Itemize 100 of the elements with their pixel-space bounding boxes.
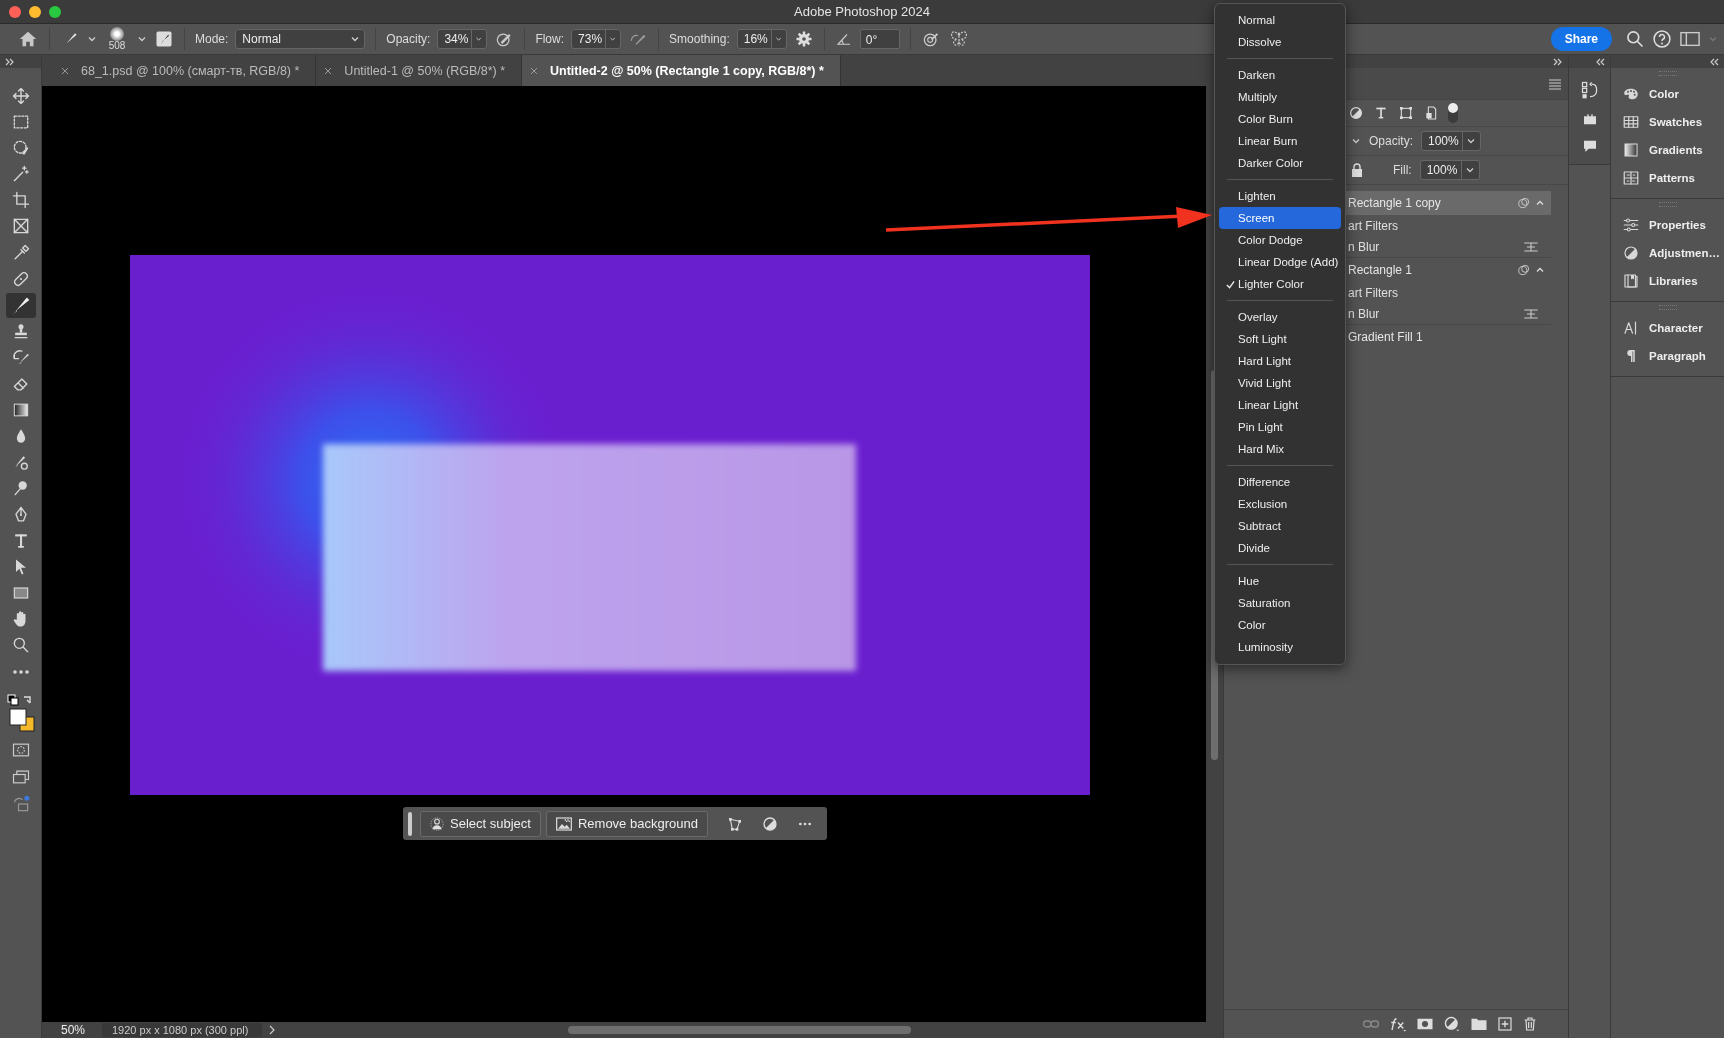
flow-field[interactable]: 73%: [571, 29, 622, 49]
smart-object-icon[interactable]: [1423, 105, 1439, 121]
workspace-icon[interactable]: [1679, 29, 1701, 49]
move-arrows-icon: [10, 85, 31, 106]
trash-icon[interactable]: [1522, 1016, 1538, 1032]
plugin-icon[interactable]: [1581, 111, 1598, 127]
opacity-field[interactable]: 34%: [437, 29, 488, 49]
brush-preset-picker[interactable]: 508: [104, 27, 130, 51]
panel-item[interactable]: Character: [1611, 314, 1724, 342]
expand-icon[interactable]: [5, 57, 15, 66]
panel-item[interactable]: Adjustmen…: [1611, 239, 1724, 267]
caret-icon[interactable]: [87, 34, 97, 44]
drag-handle[interactable]: [1658, 202, 1677, 207]
panel-item[interactable]: Paragraph: [1611, 342, 1724, 370]
comment-icon[interactable]: [1581, 138, 1598, 154]
menu-item[interactable]: Normal: [1219, 9, 1341, 31]
half-circle-icon[interactable]: [761, 815, 778, 832]
menu-item[interactable]: Saturation: [1219, 592, 1341, 614]
expand-icon[interactable]: [1553, 57, 1563, 66]
mode-dropdown[interactable]: Normal: [235, 29, 366, 49]
menu-item[interactable]: Difference: [1219, 471, 1341, 493]
collapse-icon[interactable]: [1709, 57, 1719, 66]
mask-icon[interactable]: [1416, 1017, 1434, 1031]
menu-item[interactable]: Soft Light: [1219, 328, 1341, 350]
transform-icon[interactable]: [1398, 105, 1414, 121]
share-button[interactable]: Share: [1550, 27, 1612, 51]
menu-item[interactable]: Color Burn: [1219, 108, 1341, 130]
scrollbar-thumb[interactable]: [568, 1026, 912, 1034]
remove-background-button[interactable]: Remove background: [545, 810, 708, 837]
blending-options-icon[interactable]: [1523, 239, 1539, 254]
zoom-level[interactable]: 50%: [42, 1023, 102, 1037]
close-icon[interactable]: [324, 66, 333, 75]
transform-icon[interactable]: [726, 815, 743, 832]
select-subject-button[interactable]: Select subject: [420, 810, 541, 837]
caret-icon[interactable]: [1351, 136, 1361, 146]
fill-field[interactable]: 100%: [1419, 160, 1480, 180]
menu-item[interactable]: Linear Burn: [1219, 130, 1341, 152]
close-window-button[interactable]: [9, 5, 21, 18]
menu-icon[interactable]: [1548, 77, 1562, 90]
menu-item[interactable]: Linear Light: [1219, 394, 1341, 416]
filter-toggle[interactable]: [1448, 103, 1458, 123]
drag-handle[interactable]: [1658, 71, 1677, 76]
close-icon[interactable]: [61, 66, 69, 75]
close-icon[interactable]: [530, 66, 539, 75]
collapse-icon[interactable]: [1535, 265, 1545, 275]
zoom-window-button[interactable]: [49, 5, 61, 18]
blending-options-icon[interactable]: [1523, 306, 1539, 321]
menu-item[interactable]: Hard Mix: [1219, 438, 1341, 460]
menu-item[interactable]: Hue: [1219, 570, 1341, 592]
menu-item[interactable]: Darken: [1219, 64, 1341, 86]
pattern-icon: [1622, 169, 1640, 187]
effects-icon[interactable]: [1389, 1016, 1407, 1032]
angle-field[interactable]: 0°: [859, 29, 900, 49]
crop-icon: [10, 190, 31, 211]
collapse-icon[interactable]: [1535, 198, 1545, 208]
type-icon[interactable]: [1373, 105, 1389, 121]
half-circle-icon: [1622, 244, 1640, 262]
panel-item[interactable]: Gradients: [1611, 136, 1724, 164]
collapse-icon[interactable]: [1595, 57, 1605, 66]
opacity-label: Opacity:: [1369, 134, 1413, 148]
overlapping-circles-icon[interactable]: [1517, 263, 1531, 277]
drag-handle[interactable]: [1658, 305, 1677, 310]
panel-item[interactable]: Swatches: [1611, 108, 1724, 136]
menu-item[interactable]: Subtract: [1219, 515, 1341, 537]
document-tab[interactable]: Untitled-2 @ 50% (Rectangle 1 copy, RGB/8*) *: [522, 55, 841, 86]
document-info[interactable]: 1920 px x 1080 px (300 ppl): [102, 1023, 263, 1037]
brush-settings-icon[interactable]: [154, 29, 174, 49]
search-icon[interactable]: [1625, 29, 1645, 49]
folder-icon[interactable]: [1470, 1017, 1488, 1031]
help-icon[interactable]: [1652, 29, 1672, 49]
color-swatches-drawing[interactable]: [5, 693, 36, 734]
menu-item[interactable]: Vivid Light: [1219, 372, 1341, 394]
menu-item[interactable]: Pin Light: [1219, 416, 1341, 438]
panel-item[interactable]: Libraries: [1611, 267, 1724, 295]
menu-item[interactable]: Multiply: [1219, 86, 1341, 108]
opacity-field[interactable]: 100%: [1421, 131, 1481, 151]
menu-item[interactable]: Lighter Color: [1219, 273, 1341, 295]
history-icon[interactable]: [1579, 80, 1600, 100]
flow-label: Flow:: [535, 32, 565, 46]
panel-item[interactable]: Color: [1611, 80, 1724, 108]
minimize-window-button[interactable]: [29, 5, 41, 18]
menu-item[interactable]: Color: [1219, 614, 1341, 636]
drag-handle[interactable]: [408, 811, 412, 836]
menu-item[interactable]: Exclusion: [1219, 493, 1341, 515]
panel-item[interactable]: Properties: [1611, 211, 1724, 239]
menu-item[interactable]: Dissolve: [1219, 31, 1341, 53]
smoothing-field[interactable]: 16%: [736, 29, 787, 49]
lock-icon[interactable]: [1351, 163, 1363, 177]
menu-item[interactable]: Luminosity: [1219, 636, 1341, 658]
menu-item[interactable]: Divide: [1219, 537, 1341, 559]
half-circle-icon[interactable]: [1443, 1016, 1461, 1032]
menu-item[interactable]: Darker Color: [1219, 152, 1341, 174]
panel-item[interactable]: Patterns: [1611, 164, 1724, 192]
caret-icon[interactable]: [137, 34, 147, 44]
overlapping-circles-icon[interactable]: [1517, 196, 1531, 210]
menu-item[interactable]: Hard Light: [1219, 350, 1341, 372]
tool-button[interactable]: [5, 292, 36, 318]
menu-item[interactable]: Screen: [1219, 207, 1341, 229]
half-circle-icon[interactable]: [1348, 105, 1364, 121]
add-layer-icon[interactable]: [1497, 1016, 1513, 1032]
